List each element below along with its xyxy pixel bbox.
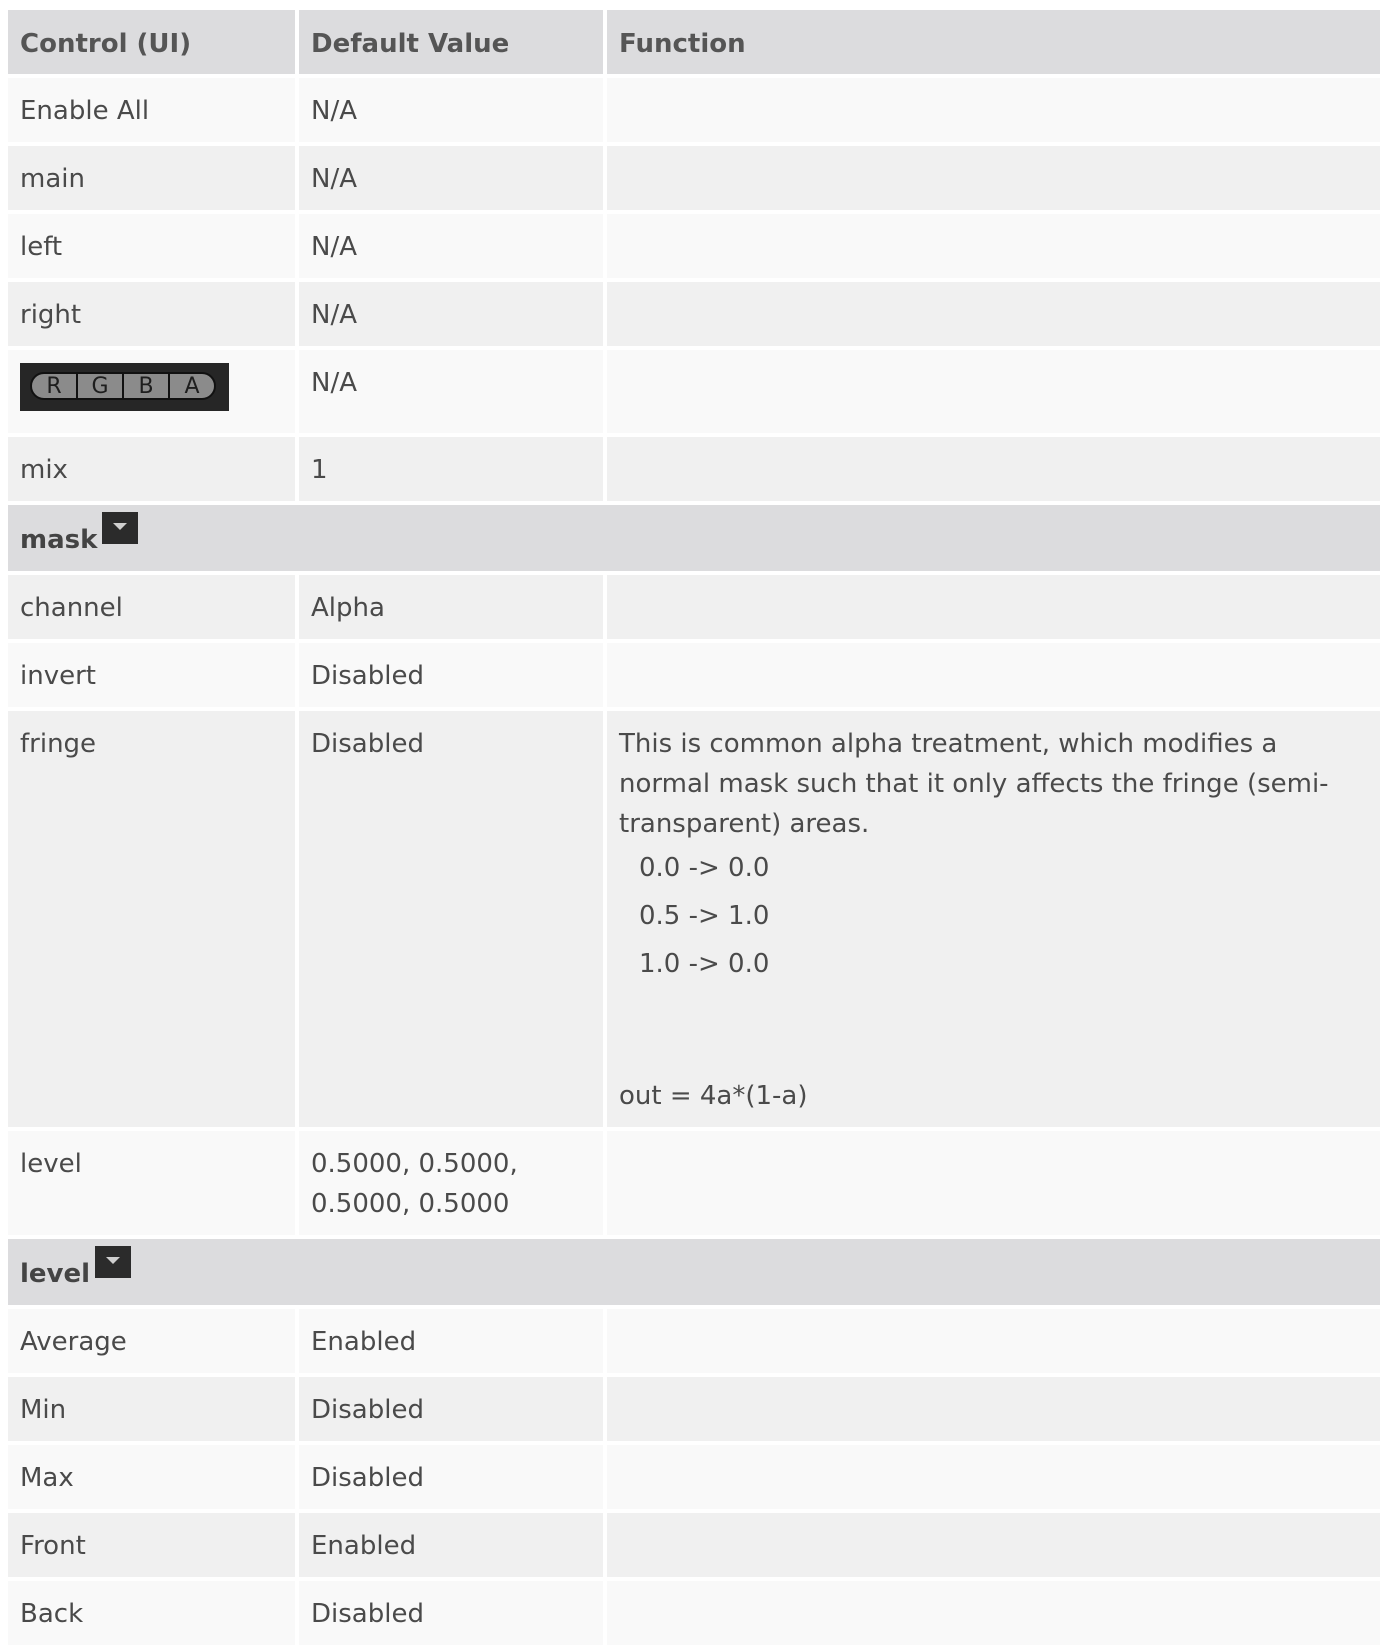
function-cell (607, 350, 1380, 433)
function-cell (607, 146, 1380, 210)
table-row: Average Enabled (8, 1309, 1380, 1373)
default-value-line: 0.5000, 0.5000, (311, 1149, 518, 1179)
default-cell: Disabled (299, 711, 603, 1127)
mapping-line: 0.0 -> 0.0 (639, 853, 770, 883)
channel-g-toggle: G (76, 374, 122, 398)
table-header-row: Control (UI) Default Value Function (8, 10, 1380, 74)
channel-b-toggle: B (122, 374, 168, 398)
table-row: fringe Disabled This is common alpha tre… (8, 711, 1380, 1127)
default-cell: 1 (299, 437, 603, 501)
header-default-value: Default Value (299, 10, 603, 74)
control-cell: fringe (8, 711, 295, 1127)
table-row: invert Disabled (8, 643, 1380, 707)
table-row: Enable All N/A (8, 78, 1380, 142)
function-cell (607, 282, 1380, 346)
default-cell: N/A (299, 146, 603, 210)
table-row: channel Alpha (8, 575, 1380, 639)
function-cell: This is common alpha treatment, which mo… (607, 711, 1380, 1127)
header-control: Control (UI) (8, 10, 295, 74)
default-cell: N/A (299, 214, 603, 278)
control-cell: level (8, 1131, 295, 1235)
table-row: Back Disabled (8, 1581, 1380, 1645)
function-cell (607, 1513, 1380, 1577)
section-title: level (20, 1259, 91, 1289)
table-row: mix 1 (8, 437, 1380, 501)
default-value-line: 0.5000, 0.5000 (311, 1189, 510, 1219)
channel-a-toggle: A (168, 374, 214, 398)
function-cell (607, 214, 1380, 278)
table-row: Min Disabled (8, 1377, 1380, 1441)
default-cell: Enabled (299, 1309, 603, 1373)
default-cell: N/A (299, 350, 603, 433)
dropdown-arrow-icon (102, 512, 139, 544)
section-row-mask: mask (8, 505, 1380, 571)
default-cell: N/A (299, 282, 603, 346)
dropdown-arrow-icon (95, 1246, 132, 1278)
default-cell: Disabled (299, 1445, 603, 1509)
function-formula: out = 4a*(1-a) (619, 1081, 808, 1111)
default-cell: Disabled (299, 1581, 603, 1645)
function-cell (607, 1377, 1380, 1441)
section-title: mask (20, 525, 98, 555)
control-cell: mix (8, 437, 295, 501)
control-cell: left (8, 214, 295, 278)
control-cell: Average (8, 1309, 295, 1373)
table-row: Max Disabled (8, 1445, 1380, 1509)
control-cell: Front (8, 1513, 295, 1577)
rgba-pill: R G B A (30, 372, 216, 400)
default-cell: Alpha (299, 575, 603, 639)
control-cell: invert (8, 643, 295, 707)
mapping-line: 1.0 -> 0.0 (639, 949, 770, 979)
function-cell (607, 437, 1380, 501)
parameters-table: Control (UI) Default Value Function Enab… (4, 6, 1384, 1649)
table-row: level 0.5000, 0.5000, 0.5000, 0.5000 (8, 1131, 1380, 1235)
mapping-line: 0.5 -> 1.0 (639, 901, 770, 931)
default-cell: 0.5000, 0.5000, 0.5000, 0.5000 (299, 1131, 603, 1235)
control-cell: Min (8, 1377, 295, 1441)
table-row: left N/A (8, 214, 1380, 278)
channel-r-toggle: R (46, 374, 62, 399)
header-function: Function (607, 10, 1380, 74)
rgba-channel-selector: R G B A (20, 363, 229, 411)
default-cell: N/A (299, 78, 603, 142)
control-cell: channel (8, 575, 295, 639)
control-cell: Enable All (8, 78, 295, 142)
function-cell (607, 1309, 1380, 1373)
control-cell: main (8, 146, 295, 210)
control-cell: Max (8, 1445, 295, 1509)
table-row: R G B A N/A (8, 350, 1380, 433)
table-row: main N/A (8, 146, 1380, 210)
control-cell: R G B A (8, 350, 295, 433)
section-header: mask (8, 505, 1380, 571)
control-cell: right (8, 282, 295, 346)
function-cell (607, 1445, 1380, 1509)
function-cell (607, 1131, 1380, 1235)
control-cell: Back (8, 1581, 295, 1645)
section-header: level (8, 1239, 1380, 1305)
table-row: right N/A (8, 282, 1380, 346)
function-description: This is common alpha treatment, which mo… (619, 729, 1329, 839)
default-cell: Disabled (299, 643, 603, 707)
table-row: Front Enabled (8, 1513, 1380, 1577)
function-cell (607, 643, 1380, 707)
section-row-level: level (8, 1239, 1380, 1305)
function-cell (607, 1581, 1380, 1645)
function-cell (607, 575, 1380, 639)
default-cell: Enabled (299, 1513, 603, 1577)
default-cell: Disabled (299, 1377, 603, 1441)
function-cell (607, 78, 1380, 142)
